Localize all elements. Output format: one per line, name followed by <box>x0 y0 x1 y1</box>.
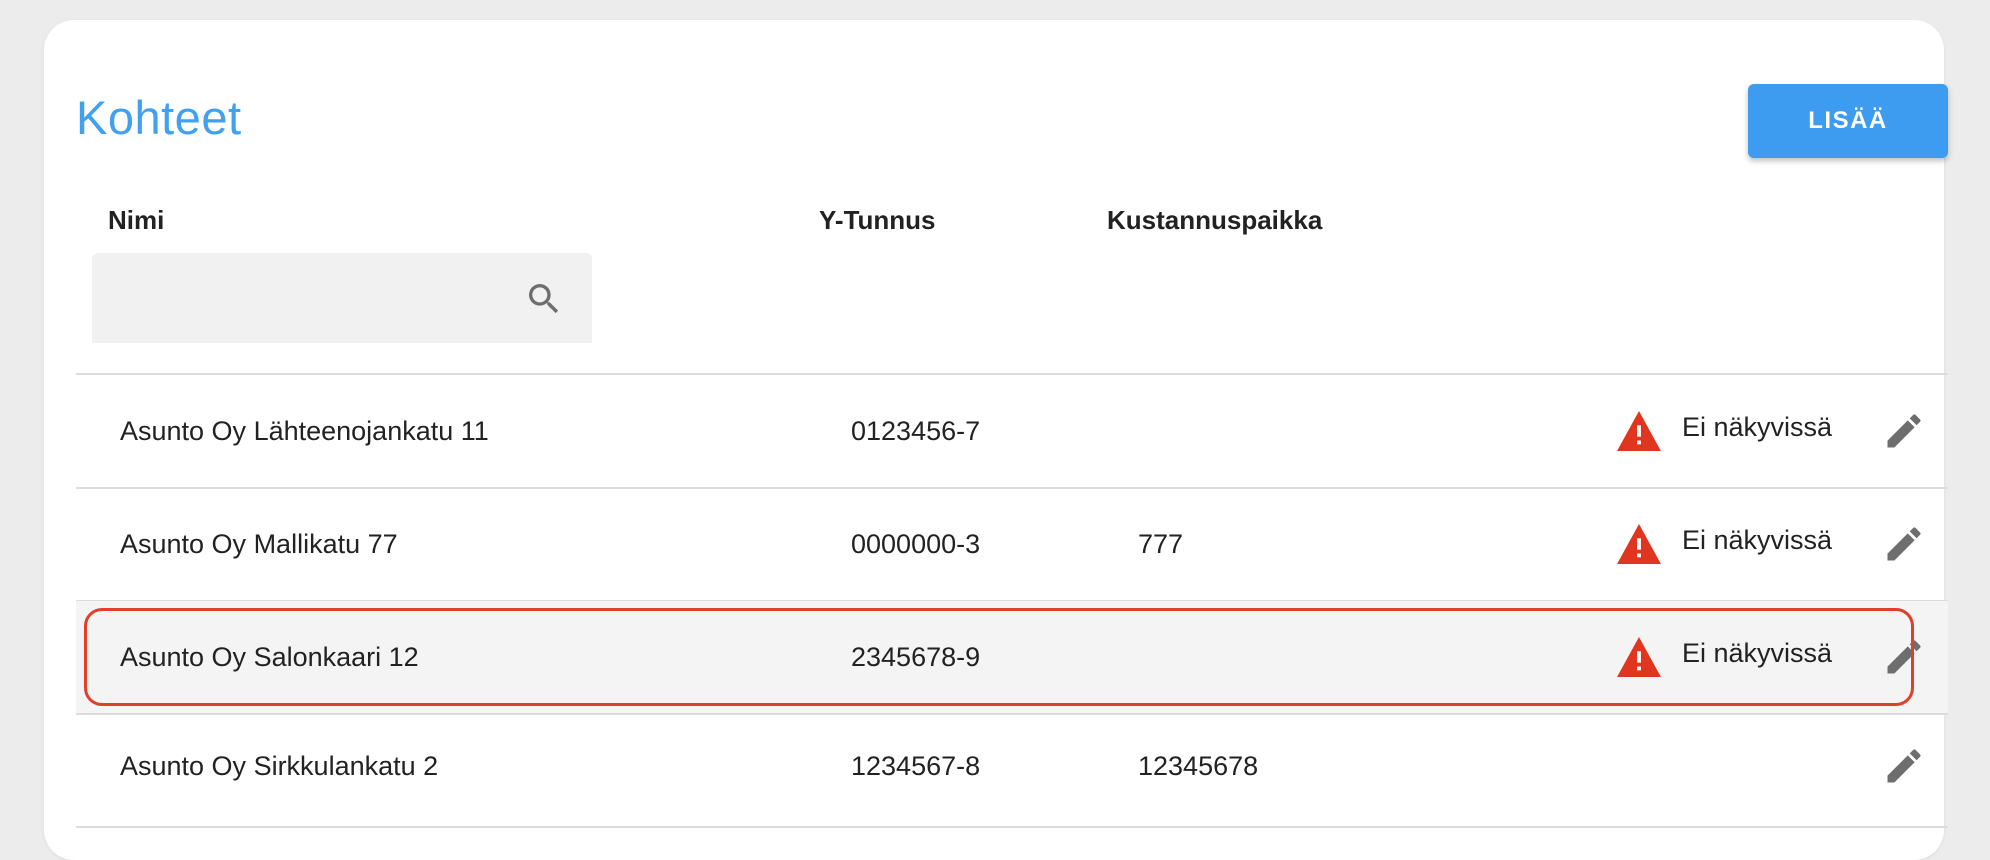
column-header-kustannuspaikka[interactable]: Kustannuspaikka <box>1107 205 1322 236</box>
warning-icon <box>1617 523 1661 565</box>
selected-row-highlight <box>84 608 1914 706</box>
table-row[interactable]: Asunto Oy Sirkkulankatu 2 1234567-8 123456… <box>76 714 1948 818</box>
row-ytunnus: 1234567-8 <box>851 750 981 781</box>
search-icon[interactable] <box>524 279 564 319</box>
status-label: Ei näkyvissä <box>1682 524 1833 555</box>
edit-icon[interactable] <box>1882 522 1926 566</box>
warning-icon <box>1617 410 1661 452</box>
row-ytunnus: 0000000-3 <box>851 528 981 559</box>
page-title: Kohteet <box>76 91 242 144</box>
kohteet-card: Kohteet LISÄÄ Nimi Y-Tunnus Kustannuspai… <box>44 20 1948 860</box>
edit-icon[interactable] <box>1882 409 1926 453</box>
visibility-status: Ei näkyvissä <box>1616 375 1832 487</box>
row-name: Asunto Oy Mallikatu 77 <box>120 528 398 559</box>
table-row[interactable]: Asunto Oy Mallikatu 77 0000000-3 777 Ei näk… <box>76 488 1948 600</box>
row-kustannuspaikka: 777 <box>1138 528 1184 559</box>
row-name: Asunto Oy Lähteenojankatu 11 <box>120 415 489 446</box>
add-button[interactable]: LISÄÄ <box>1748 84 1948 158</box>
column-header-ytunnus[interactable]: Y-Tunnus <box>819 205 936 236</box>
name-search-input[interactable] <box>92 253 592 343</box>
table-row[interactable]: Asunto Oy Lähteenojankatu 11 0123456-7 Ei … <box>76 375 1948 487</box>
row-ytunnus: 0123456-7 <box>851 415 981 446</box>
edit-icon[interactable] <box>1882 744 1926 788</box>
visibility-status: Ei näkyvissä <box>1616 488 1832 600</box>
row-name: Asunto Oy Sirkkulankatu 2 <box>120 750 439 781</box>
status-label: Ei näkyvissä <box>1682 411 1833 442</box>
row-kustannuspaikka: 12345678 <box>1138 750 1259 781</box>
column-header-name[interactable]: Nimi <box>108 205 164 236</box>
